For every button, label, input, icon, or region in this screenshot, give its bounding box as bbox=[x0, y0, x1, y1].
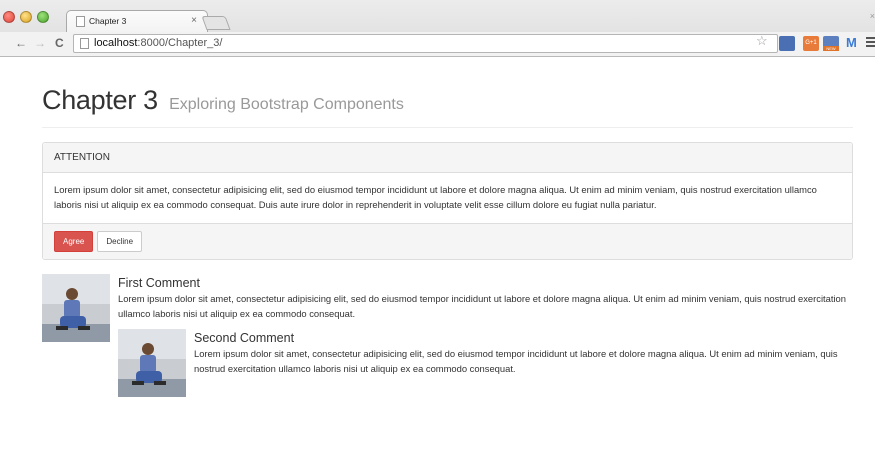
comment-first: First Comment Lorem ipsum dolor sit amet… bbox=[42, 274, 853, 397]
page-header: Chapter 3 Exploring Bootstrap Components bbox=[42, 85, 853, 128]
new-extension-icon[interactable]: NEW bbox=[823, 36, 839, 51]
page-subtitle: Exploring Bootstrap Components bbox=[169, 96, 404, 113]
avatar bbox=[118, 329, 186, 397]
minimize-window-button[interactable] bbox=[20, 11, 32, 23]
comment-second: Second Comment Lorem ipsum dolor sit ame… bbox=[118, 329, 853, 397]
page-icon bbox=[80, 38, 89, 49]
panel-heading: ATTENTION bbox=[43, 143, 852, 173]
new-tab-button[interactable] bbox=[201, 16, 231, 30]
page-title: Chapter 3 Exploring Bootstrap Components bbox=[42, 85, 853, 116]
comment-body: Second Comment Lorem ipsum dolor sit ame… bbox=[194, 329, 853, 397]
forward-arrow-icon[interactable]: → bbox=[34, 36, 46, 50]
close-window-button[interactable] bbox=[3, 11, 15, 23]
comment-heading: Second Comment bbox=[194, 331, 295, 345]
panel-body: Lorem ipsum dolor sit amet, consectetur … bbox=[54, 184, 817, 210]
panel-footer: Agree Decline bbox=[43, 223, 852, 259]
page-title-text: Chapter 3 bbox=[42, 85, 158, 115]
gplus-extension-icon[interactable]: G+1 bbox=[803, 36, 819, 51]
window-close-icon[interactable]: × bbox=[870, 11, 875, 21]
comment-text: Lorem ipsum dolor sit amet, consectetur … bbox=[118, 293, 846, 319]
url-path: :8000/Chapter_3/ bbox=[137, 37, 223, 49]
tab-title: Chapter 3 bbox=[89, 16, 127, 26]
menu-icon[interactable] bbox=[866, 37, 875, 49]
agree-button[interactable]: Agree bbox=[54, 231, 94, 252]
comment-heading: First Comment bbox=[118, 276, 200, 290]
url-text[interactable]: localhost:8000/Chapter_3/ bbox=[94, 37, 222, 49]
tab-close-icon[interactable]: × bbox=[191, 15, 197, 26]
browser-toolbar: ← → C localhost:8000/Chapter_3/ ☆ G+1 NE… bbox=[0, 32, 875, 56]
avatar bbox=[42, 274, 110, 342]
attention-panel: ATTENTION Lorem ipsum dolor sit amet, co… bbox=[42, 142, 853, 260]
comment-body: First Comment Lorem ipsum dolor sit amet… bbox=[118, 274, 853, 397]
reload-icon[interactable]: C bbox=[55, 36, 64, 50]
url-host: localhost bbox=[94, 37, 138, 49]
browser-tab[interactable]: Chapter 3 × bbox=[66, 10, 208, 32]
decline-button[interactable]: Decline bbox=[97, 231, 143, 252]
new-label: NEW bbox=[823, 46, 839, 51]
address-bar[interactable]: localhost:8000/Chapter_3/ bbox=[73, 34, 778, 53]
back-arrow-icon[interactable]: ← bbox=[15, 36, 27, 50]
star-icon[interactable]: ☆ bbox=[756, 33, 768, 49]
zoom-window-button[interactable] bbox=[37, 11, 49, 23]
gmail-extension-icon[interactable]: M bbox=[846, 35, 857, 50]
person-extension-icon[interactable] bbox=[779, 36, 795, 51]
page-icon bbox=[76, 16, 85, 27]
browser-chrome: Chapter 3 × × ← → C localhost:8000/Chapt… bbox=[0, 0, 875, 57]
window-controls bbox=[3, 11, 49, 23]
page-content: Chapter 3 Exploring Bootstrap Components… bbox=[42, 57, 853, 397]
comment-text: Lorem ipsum dolor sit amet, consectetur … bbox=[194, 348, 838, 374]
